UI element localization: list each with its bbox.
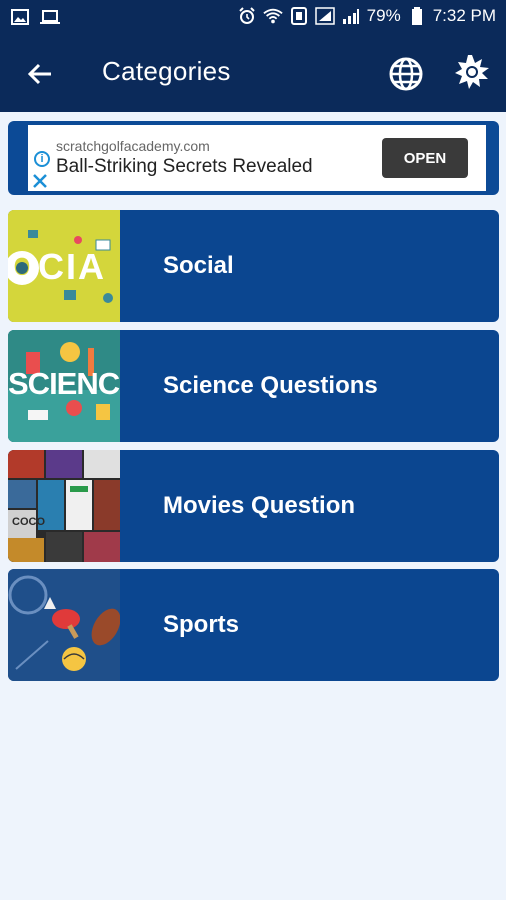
ad-info-icon[interactable]: i — [34, 151, 50, 167]
social-thumb-text: OCIA — [8, 246, 106, 287]
category-science[interactable]: SCIENCE Science Questions — [8, 330, 499, 442]
status-bar: 79% 7:32 PM — [0, 0, 506, 36]
battery-percent: 79% — [366, 6, 401, 25]
movies-thumb-text: COCO — [12, 516, 45, 528]
category-sports[interactable]: Sports — [8, 569, 499, 681]
social-thumbnail: OCIA — [8, 210, 120, 322]
data-saver-icon — [289, 7, 309, 25]
arrow-back-icon — [27, 63, 51, 85]
globe-icon — [389, 57, 423, 91]
back-button[interactable] — [20, 54, 60, 94]
category-movies[interactable]: COCO Movies Question — [8, 450, 499, 562]
category-label: Science Questions — [163, 372, 378, 399]
battery-icon — [407, 7, 427, 25]
signal-bars-icon — [341, 7, 361, 25]
category-label: Social — [163, 252, 234, 279]
ad-open-button[interactable]: OPEN — [382, 138, 468, 178]
ad-close-icon[interactable] — [32, 173, 48, 189]
science-thumbnail: SCIENCE — [8, 330, 120, 442]
theme-toggle-button[interactable] — [452, 52, 492, 92]
category-label: Sports — [163, 611, 240, 638]
signal-icon — [314, 7, 335, 25]
gallery-icon — [10, 8, 30, 26]
page-title: Categories — [102, 56, 231, 86]
sports-thumbnail — [8, 569, 120, 681]
alarm-icon — [237, 7, 257, 25]
brightness-icon — [455, 55, 489, 89]
movies-thumbnail: COCO — [8, 450, 120, 562]
language-button[interactable] — [386, 54, 426, 94]
category-social[interactable]: OCIA Social — [8, 210, 499, 322]
wifi-icon — [262, 7, 283, 25]
ad-domain: scratchgolfacademy.com — [56, 138, 210, 154]
ad-headline[interactable]: Ball-Striking Secrets Revealed — [56, 156, 313, 178]
science-thumb-text: SCIENCE — [8, 366, 120, 401]
laptop-icon — [40, 8, 60, 26]
category-label: Movies Question — [163, 492, 356, 519]
clock-time: 7:32 PM — [432, 6, 496, 25]
app-bar: Categories — [0, 36, 506, 112]
